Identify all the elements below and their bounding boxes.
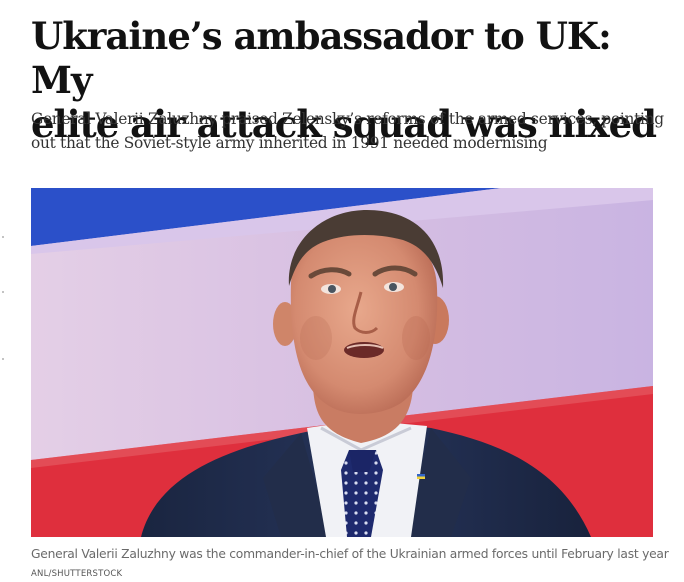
- photo-illustration: [31, 188, 653, 537]
- article-photo[interactable]: [31, 188, 653, 537]
- edge-marker: [2, 358, 4, 360]
- headline-line: Ukraine’s ambassador to UK: My: [31, 14, 612, 102]
- photo-credit: ANL/SHUTTERSTOCK: [31, 569, 123, 579]
- article-standfirst: General Valerii Zaluzhny praised Zelensk…: [31, 107, 671, 155]
- standfirst-line: General Valerii Zaluzhny praised Zelensk…: [31, 110, 664, 128]
- edge-marker: [2, 291, 4, 293]
- standfirst-line: out that the Soviet-style army inherited…: [31, 134, 548, 152]
- photo-caption: General Valerii Zaluzhny was the command…: [31, 547, 669, 561]
- edge-marker: [2, 236, 4, 238]
